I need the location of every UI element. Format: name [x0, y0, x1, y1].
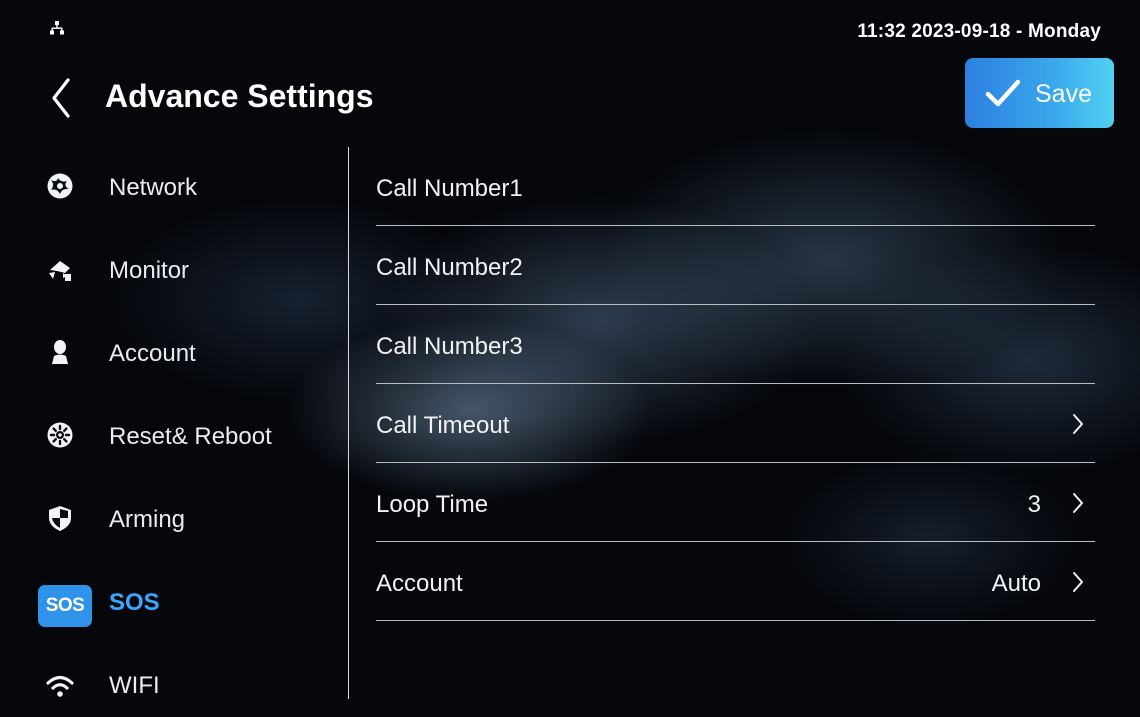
setting-row-loop-time[interactable]: Loop Time 3 — [376, 463, 1095, 542]
status-bar: 11:32 2023-09-18 - Monday — [0, 0, 1140, 52]
shield-icon — [49, 506, 71, 531]
camera-icon — [49, 261, 71, 281]
setting-value: 3 — [1027, 491, 1041, 518]
sidebar-item-label: Arming — [109, 506, 186, 533]
setting-value: Auto — [991, 570, 1041, 597]
setting-label: Loop Time — [376, 491, 489, 518]
page-title: Advance Settings — [105, 78, 374, 114]
sidebar-item-label: Reset& Reboot — [109, 423, 272, 450]
sidebar-item-label: WIFI — [109, 672, 160, 699]
network-globe-icon — [47, 173, 73, 199]
sidebar-item-account[interactable]: Account — [0, 324, 340, 384]
setting-row-call-number1[interactable]: Call Number1 — [376, 147, 1095, 226]
sidebar-item-network[interactable]: Network — [0, 158, 340, 218]
setting-label: Call Number1 — [376, 175, 523, 202]
save-button[interactable]: Save — [965, 58, 1114, 128]
setting-label: Call Timeout — [376, 412, 510, 439]
setting-label: Account — [376, 570, 463, 597]
back-button[interactable] — [44, 76, 84, 120]
sidebar-item-label: Monitor — [109, 257, 190, 284]
sidebar-divider — [348, 147, 349, 699]
setting-row-account[interactable]: Account Auto — [376, 542, 1095, 621]
wifi-icon — [46, 675, 74, 697]
person-icon — [52, 340, 68, 364]
setting-row-call-number2[interactable]: Call Number2 — [376, 226, 1095, 305]
checkmark-icon — [985, 79, 1021, 107]
sidebar-item-sos[interactable]: SOS SOS — [0, 573, 340, 633]
network-tree-icon — [50, 21, 64, 35]
sidebar-item-label: SOS — [109, 589, 160, 616]
chevron-right-icon — [1073, 493, 1083, 513]
sidebar-item-monitor[interactable]: Monitor — [0, 241, 340, 301]
settings-list: Call Number1 Call Number2 Call Number3 C… — [376, 147, 1095, 621]
setting-label: Call Number3 — [376, 333, 523, 360]
status-datetime: 11:32 2023-09-18 - Monday — [857, 21, 1101, 42]
setting-row-call-timeout[interactable]: Call Timeout — [376, 384, 1095, 463]
chevron-right-icon — [1073, 414, 1083, 434]
chevron-right-icon — [1073, 572, 1083, 592]
sidebar-item-reset-reboot[interactable]: Reset& Reboot — [0, 407, 340, 467]
sidebar: Network Monitor Account Reset& Reboot Ar… — [0, 145, 348, 717]
chevron-left-icon — [52, 78, 70, 118]
sidebar-item-label: Network — [109, 174, 198, 201]
sidebar-item-label: Account — [109, 340, 196, 367]
sidebar-item-wifi[interactable]: WIFI — [0, 656, 340, 716]
advance-settings-screen: 11:32 2023-09-18 - Monday Advance Settin… — [0, 0, 1140, 717]
save-button-label: Save — [1035, 80, 1092, 108]
reset-gear-icon — [47, 422, 73, 448]
setting-label: Call Number2 — [376, 254, 523, 281]
setting-row-call-number3[interactable]: Call Number3 — [376, 305, 1095, 384]
sidebar-item-arming[interactable]: Arming — [0, 490, 340, 550]
sos-badge-icon: SOS — [38, 585, 92, 627]
